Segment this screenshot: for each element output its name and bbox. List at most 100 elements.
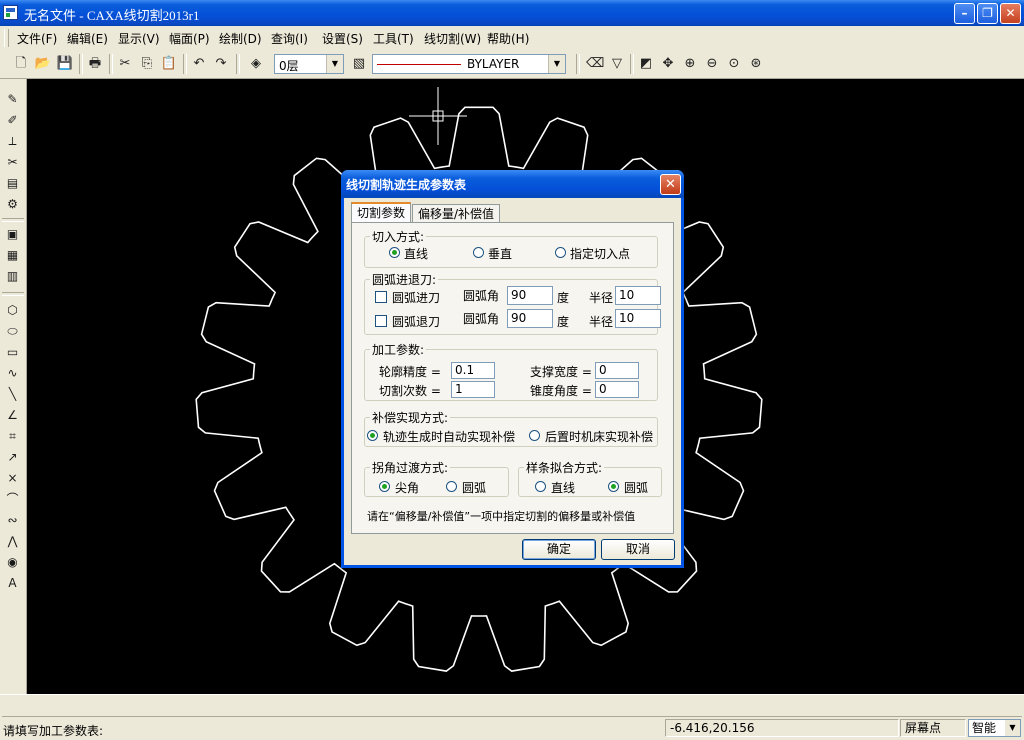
menu-tools[interactable]: 工具(T) — [370, 30, 417, 46]
block-icon[interactable]: ▤ — [3, 174, 22, 193]
entry-line-radio[interactable] — [389, 247, 400, 258]
eraser-icon[interactable]: ⌫ — [586, 55, 604, 73]
minimize-button[interactable]: – — [954, 3, 975, 24]
zoom-window-icon[interactable]: ⊙ — [725, 55, 743, 73]
text-icon[interactable]: A — [3, 574, 22, 593]
spline-line-label: 直线 — [551, 481, 576, 495]
angle-line-icon[interactable]: ∠ — [3, 406, 22, 425]
undo-icon[interactable]: ↶ — [190, 55, 208, 73]
entry-vertical-radio[interactable] — [473, 247, 484, 258]
arc-in-angle-label: 圆弧角 — [463, 289, 500, 303]
precision-label: 轮廓精度 = — [379, 365, 441, 379]
filter-icon[interactable]: ▽ — [608, 55, 626, 73]
pan-icon[interactable]: ✥ — [659, 55, 677, 73]
new-file-icon[interactable]: 🗋 — [12, 55, 30, 73]
save-icon[interactable]: 💾 — [56, 55, 74, 73]
chevron-down-icon[interactable]: ▼ — [326, 55, 343, 73]
crosshair-cursor — [409, 87, 467, 145]
pen-icon[interactable]: ✎ — [3, 90, 22, 109]
screen-point-mode[interactable]: 屏幕点 — [900, 719, 966, 737]
print-icon[interactable]: 🖶 — [86, 55, 104, 73]
toolbar-separator — [2, 218, 24, 222]
arc-out-checkbox[interactable] — [375, 315, 387, 327]
precision-input[interactable]: 0.1 — [451, 362, 495, 379]
curve-icon[interactable]: ⋀ — [3, 532, 22, 551]
cut-icon[interactable]: ✂ — [116, 55, 134, 73]
app-icon[interactable] — [3, 5, 18, 20]
arc-out-radius-label: 半径 — [589, 315, 614, 329]
arrow-icon[interactable]: ↗ — [3, 448, 22, 467]
menu-draw[interactable]: 绘制(D) — [216, 30, 265, 46]
corner-arc-radio[interactable] — [446, 481, 457, 492]
entry-point-radio[interactable] — [555, 247, 566, 258]
comp-machine-radio[interactable] — [529, 430, 540, 441]
redraw-icon[interactable]: ◩ — [637, 55, 655, 73]
copy-icon[interactable]: ⎘ — [138, 55, 156, 73]
menu-wire-cut[interactable]: 线切割(W) — [421, 30, 484, 46]
edit-icon[interactable]: ✐ — [3, 111, 22, 130]
snap-mode-select[interactable]: 智能 ▼ — [968, 719, 1021, 737]
menu-format[interactable]: 幅面(P) — [166, 30, 213, 46]
redo-icon[interactable]: ↷ — [212, 55, 230, 73]
paste-icon[interactable]: 📋 — [160, 55, 178, 73]
maximize-button[interactable]: ❐ — [977, 3, 998, 24]
gear-generate-icon[interactable]: ⚙ — [3, 195, 22, 214]
layer-icon[interactable]: ◈ — [247, 55, 265, 73]
arc-out-angle-input[interactable]: 90 — [507, 309, 553, 328]
polygon-icon[interactable]: ⬡ — [3, 301, 22, 320]
zoom-out-icon[interactable]: ⊖ — [703, 55, 721, 73]
menu-help[interactable]: 帮助(H) — [484, 30, 532, 46]
spline-arc-radio[interactable] — [608, 481, 619, 492]
zoom-all-icon[interactable]: ⊛ — [747, 55, 765, 73]
ok-button[interactable]: 确定 — [522, 539, 596, 560]
menu-query[interactable]: 查询(I) — [268, 30, 311, 46]
entry-vertical-label: 垂直 — [488, 247, 513, 261]
tab-cut-params[interactable]: 切割参数 — [351, 202, 411, 223]
line-icon[interactable]: ╲ — [3, 385, 22, 404]
grid-icon[interactable]: ⌗ — [3, 427, 22, 446]
linetype-select[interactable]: BYLAYER ▼ — [372, 54, 566, 74]
menu-edit[interactable]: 编辑(E) — [64, 30, 111, 46]
process-params-title: 加工参数: — [370, 341, 427, 358]
zoom-realtime-icon[interactable]: ⊕ — [681, 55, 699, 73]
wave-icon[interactable]: ∿ — [3, 364, 22, 383]
support-width-input[interactable]: 0 — [595, 362, 639, 379]
track-icon[interactable]: ▣ — [3, 225, 22, 244]
open-folder-icon[interactable]: 📂 — [34, 55, 52, 73]
hatch-icon[interactable]: ◉ — [3, 553, 22, 572]
parameter-dialog: 线切割轨迹生成参数表 ✕ 切割参数 偏移量/补偿值 切入方式: 直线 垂直 指定… — [341, 170, 684, 568]
menu-file[interactable]: 文件(F) — [14, 30, 60, 46]
passes-input[interactable]: 1 — [451, 381, 495, 398]
close-button[interactable]: ✕ — [1000, 3, 1021, 24]
comp-auto-radio[interactable] — [367, 430, 378, 441]
ellipse-icon[interactable]: ⬭ — [3, 322, 22, 341]
entry-point-label: 指定切入点 — [570, 247, 631, 261]
tab-offset-compensation[interactable]: 偏移量/补偿值 — [412, 204, 500, 223]
spline-icon[interactable]: ∾ — [3, 511, 22, 530]
trim-icon[interactable]: ✂ — [3, 153, 22, 172]
command-line[interactable] — [2, 696, 1022, 717]
arc-icon[interactable]: ⌒ — [3, 490, 22, 509]
chevron-down-icon[interactable]: ▼ — [1005, 720, 1020, 736]
dimension-icon[interactable]: ⟂ — [3, 132, 22, 151]
chevron-down-icon[interactable]: ▼ — [548, 55, 565, 73]
transfer-icon[interactable]: ▥ — [3, 267, 22, 286]
point-icon[interactable]: × — [3, 469, 22, 488]
menu-view[interactable]: 显示(V) — [115, 30, 163, 46]
cancel-button[interactable]: 取消 — [601, 539, 675, 560]
arc-out-radius-input[interactable]: 10 — [615, 309, 661, 328]
rectangle-icon[interactable]: ▭ — [3, 343, 22, 362]
menu-settings[interactable]: 设置(S) — [319, 30, 366, 46]
taper-angle-input[interactable]: 0 — [595, 381, 639, 398]
linetype-icon[interactable]: ▧ — [350, 55, 368, 73]
arc-in-radius-input[interactable]: 10 — [615, 286, 661, 305]
layer-value: 0层 — [279, 59, 299, 73]
dialog-close-button[interactable]: ✕ — [660, 174, 681, 195]
arc-in-checkbox[interactable] — [375, 291, 387, 303]
code-icon[interactable]: ▦ — [3, 246, 22, 265]
layer-select[interactable]: 0层 ▼ — [274, 54, 344, 74]
spline-title: 样条拟合方式: — [524, 459, 605, 476]
corner-sharp-radio[interactable] — [379, 481, 390, 492]
arc-in-angle-input[interactable]: 90 — [507, 286, 553, 305]
spline-line-radio[interactable] — [535, 481, 546, 492]
